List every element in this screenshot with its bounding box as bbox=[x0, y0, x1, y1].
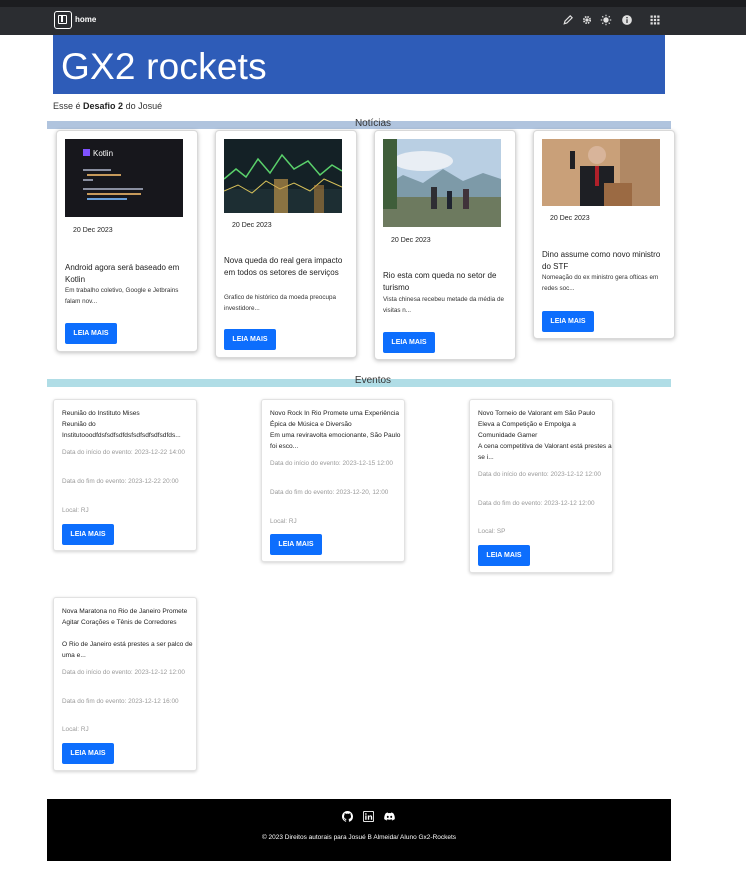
event-title: Nova Maratona no Rio de Janeiro Promete … bbox=[62, 608, 188, 626]
event-local-label: Local: bbox=[270, 518, 288, 525]
news-date: 20 Dec 2023 bbox=[73, 227, 113, 234]
event-card: Novo Torneio de Valorant em São Paulo El… bbox=[469, 399, 613, 573]
read-more-button[interactable]: LEIA MAIS bbox=[383, 332, 435, 353]
news-title: Dino assume como novo ministro do STF bbox=[542, 250, 661, 271]
discord-icon[interactable] bbox=[384, 811, 395, 822]
page-title: GX2 rockets bbox=[61, 46, 267, 87]
event-title: Novo Torneio de Valorant em São Paulo El… bbox=[478, 410, 596, 439]
event-end-date: Data do fim do evento: 2023-12-12 12:00 bbox=[478, 498, 612, 509]
page-subtitle: Esse é Desafio 2 do Josué bbox=[53, 101, 162, 111]
event-start-date: Data do início do evento: 2023-12-12 12:… bbox=[62, 667, 196, 678]
event-end-value: 2023-12-12 16:00 bbox=[128, 698, 179, 705]
news-description: Em trabalho coletivo, Google e Jetbrains… bbox=[65, 287, 179, 305]
subtitle-suffix: do Josué bbox=[125, 101, 163, 111]
linkedin-icon[interactable] bbox=[363, 811, 374, 822]
subtitle-prefix: Esse é bbox=[53, 101, 81, 111]
event-start-label: Data do início do evento: bbox=[478, 471, 549, 478]
info-icon[interactable] bbox=[621, 14, 633, 26]
event-description: A cena competitiva de Valorant está pres… bbox=[478, 443, 612, 461]
event-card: Nova Maratona no Rio de Janeiro Promete … bbox=[53, 597, 197, 771]
read-more-button[interactable]: LEIA MAIS bbox=[62, 743, 114, 764]
event-start-value: 2023-12-22 14:00 bbox=[134, 449, 185, 456]
event-start-date: Data do início do evento: 2023-12-12 12:… bbox=[478, 469, 612, 480]
event-local-label: Local: bbox=[62, 507, 80, 514]
read-more-button[interactable]: LEIA MAIS bbox=[224, 329, 276, 350]
hero-banner: GX2 rockets bbox=[53, 35, 665, 94]
news-description: Vista chinesa recebeu metade da média de… bbox=[383, 296, 505, 314]
event-end-value: 2023-12-20, 12:00 bbox=[336, 489, 389, 496]
news-card: 20 Dec 2023 Rio esta com queda no setor … bbox=[374, 130, 516, 360]
event-description: Em uma reviravolta emocionante, São Paul… bbox=[270, 432, 401, 450]
event-start-value: 2023-12-15 12:00 bbox=[342, 460, 393, 467]
read-more-button[interactable]: LEIA MAIS bbox=[270, 534, 322, 555]
event-start-date: Data do início do evento: 2023-12-15 12:… bbox=[270, 458, 402, 469]
event-end-value: 2023-12-22 20:00 bbox=[128, 478, 179, 485]
news-image-minister bbox=[542, 139, 660, 206]
read-more-button[interactable]: LEIA MAIS bbox=[478, 545, 530, 566]
event-local-value: RJ bbox=[288, 518, 297, 525]
event-local-label: Local: bbox=[62, 726, 80, 733]
events-section-title: Eventos bbox=[354, 375, 392, 386]
pencil-icon[interactable] bbox=[562, 14, 574, 26]
top-navbar: home bbox=[0, 0, 746, 35]
event-start-value: 2023-12-12 12:00 bbox=[550, 471, 601, 478]
news-title: Rio esta com queda no setor de turismo bbox=[383, 271, 497, 292]
news-title: Android agora será baseado em Kotlin bbox=[65, 263, 180, 284]
event-location: Local: RJ bbox=[62, 507, 89, 514]
news-date: 20 Dec 2023 bbox=[550, 215, 590, 222]
news-date: 20 Dec 2023 bbox=[232, 222, 272, 229]
news-section-title: Notícias bbox=[354, 118, 392, 129]
event-start-date: Data do início do evento: 2023-12-22 14:… bbox=[62, 447, 192, 458]
read-more-button[interactable]: LEIA MAIS bbox=[542, 311, 594, 332]
news-description: Grafico de histórico da moeda preocupa i… bbox=[224, 294, 337, 312]
news-image-stock-chart bbox=[224, 139, 342, 213]
event-local-value: RJ bbox=[80, 507, 89, 514]
event-end-date: Data do fim do evento: 2023-12-12 16:00 bbox=[62, 696, 196, 707]
event-start-label: Data do início do evento: bbox=[270, 460, 341, 467]
news-image-tourism bbox=[383, 139, 501, 227]
event-end-label: Data do fim do evento: bbox=[62, 698, 127, 705]
news-date: 20 Dec 2023 bbox=[391, 237, 431, 244]
event-card: Reunião do Instituto Mises Reunião do In… bbox=[53, 399, 197, 551]
news-card: Kotlin 20 Dec 2023 Android agora será ba… bbox=[56, 130, 198, 352]
event-title: Novo Rock In Rio Promete uma Experiência… bbox=[270, 410, 399, 428]
event-end-date: Data do fim do evento: 2023-12-20, 12:00 bbox=[270, 487, 402, 498]
news-image-kotlin: Kotlin bbox=[65, 139, 183, 217]
event-location: Local: RJ bbox=[270, 518, 297, 525]
news-card: 20 Dec 2023 Nova queda do real gera impa… bbox=[215, 130, 357, 358]
event-location: Local: SP bbox=[478, 528, 505, 535]
read-more-button[interactable]: LEIA MAIS bbox=[62, 524, 114, 545]
gear-icon[interactable] bbox=[581, 14, 593, 26]
event-card: Novo Rock In Rio Promete uma Experiência… bbox=[261, 399, 405, 562]
event-end-date: Data do fim do evento: 2023-12-22 20:00 bbox=[62, 476, 192, 487]
event-local-value: RJ bbox=[80, 726, 89, 733]
event-location: Local: RJ bbox=[62, 726, 89, 733]
event-description: O Rio de Janeiro está prestes a ser palc… bbox=[62, 641, 193, 659]
event-end-value: 2023-12-12 12:00 bbox=[544, 500, 595, 507]
news-card: 20 Dec 2023 Dino assume como novo minist… bbox=[533, 130, 675, 339]
event-end-label: Data do fim do evento: bbox=[62, 478, 127, 485]
event-start-label: Data do início do evento: bbox=[62, 449, 133, 456]
subtitle-bold: Desafio 2 bbox=[83, 101, 124, 111]
event-start-label: Data do início do evento: bbox=[62, 669, 133, 676]
github-icon[interactable] bbox=[342, 811, 353, 822]
copyright-text: © 2023 Direitos autorais para Josué B Al… bbox=[261, 834, 457, 841]
event-local-value: SP bbox=[496, 528, 506, 535]
sidebar-toggle-icon[interactable] bbox=[54, 11, 72, 29]
brand-home-link[interactable]: home bbox=[75, 15, 96, 24]
event-end-label: Data do fim do evento: bbox=[270, 489, 335, 496]
event-start-value: 2023-12-12 12:00 bbox=[134, 669, 185, 676]
apps-grid-icon[interactable] bbox=[649, 14, 661, 26]
event-description: Reunião do Institutooodfdsfsdfsdfdsfsdfs… bbox=[62, 421, 181, 439]
news-description: Nomeação do ex ministro gera ofticas em … bbox=[542, 274, 659, 292]
read-more-button[interactable]: LEIA MAIS bbox=[65, 323, 117, 344]
event-title: Reunião do Instituto Mises bbox=[62, 410, 140, 417]
svg-text:Kotlin: Kotlin bbox=[93, 149, 113, 158]
news-title: Nova queda do real gera impacto em todos… bbox=[224, 256, 343, 277]
event-end-label: Data do fim do evento: bbox=[478, 500, 543, 507]
footer: © 2023 Direitos autorais para Josué B Al… bbox=[47, 799, 671, 861]
event-local-label: Local: bbox=[478, 528, 496, 535]
sun-icon[interactable] bbox=[600, 14, 612, 26]
